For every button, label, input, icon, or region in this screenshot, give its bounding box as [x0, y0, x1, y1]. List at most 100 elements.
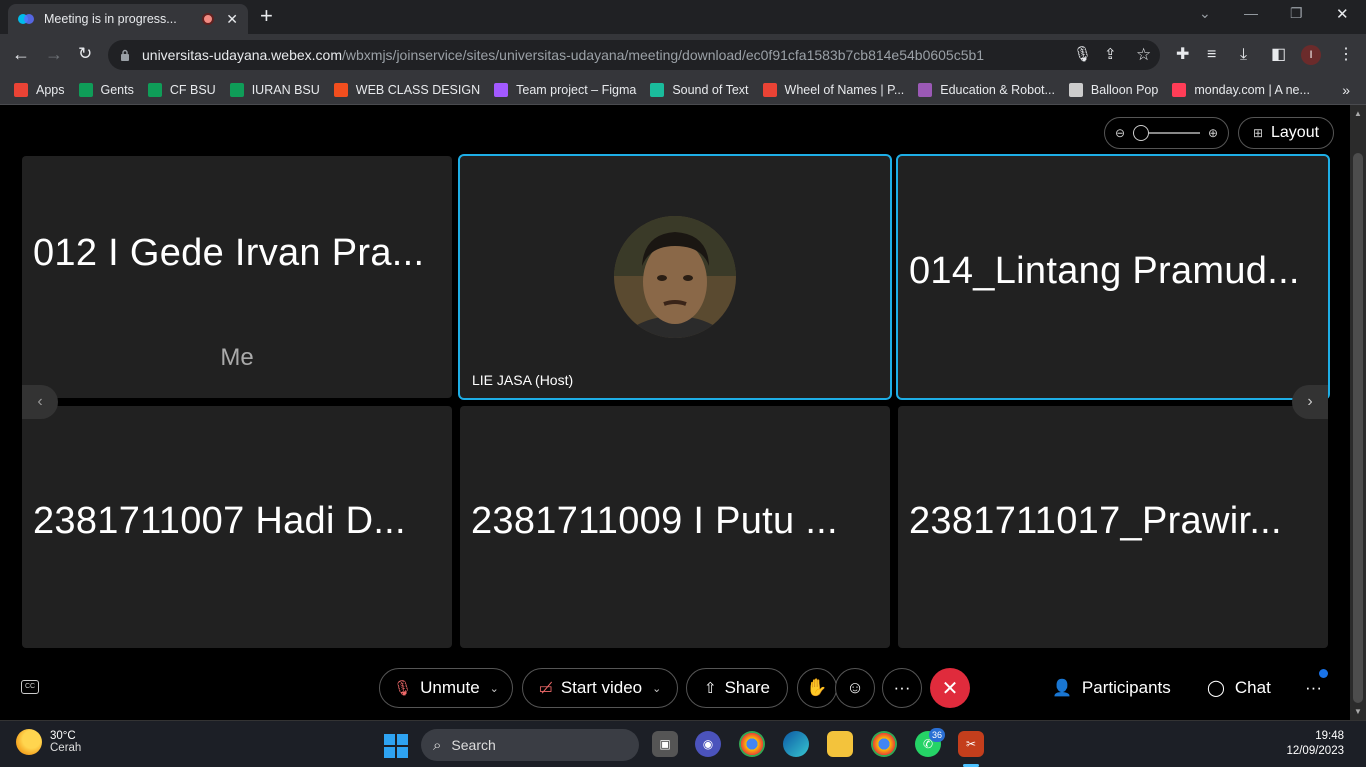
page-scrollbar[interactable]: ▲ ▼: [1350, 105, 1366, 720]
share-button[interactable]: ⇧ Share: [686, 668, 788, 708]
restore-icon[interactable]: ❐: [1290, 5, 1303, 22]
scrollbar-thumb[interactable]: [1353, 153, 1363, 703]
bookmark-item[interactable]: monday.com | A ne...: [1172, 83, 1310, 97]
start-button[interactable]: [383, 733, 409, 759]
zoom-slider[interactable]: [1133, 125, 1200, 141]
clock-time: 19:48: [1315, 730, 1344, 742]
video-tile[interactable]: 2381711017_Prawir...: [898, 406, 1328, 648]
bookmark-item[interactable]: Team project – Figma: [494, 83, 636, 97]
bookmark-favicon-icon: [333, 83, 348, 97]
chrome-icon[interactable]: [739, 731, 765, 757]
bookmark-favicon-icon: [14, 83, 28, 97]
chat-button[interactable]: ◯ Chat: [1207, 678, 1271, 698]
new-tab-icon[interactable]: +: [260, 5, 273, 27]
back-icon[interactable]: ←: [12, 44, 30, 64]
bookmark-item[interactable]: Sound of Text: [650, 83, 749, 97]
previous-page-button[interactable]: ‹: [22, 385, 58, 419]
bookmark-item[interactable]: Balloon Pop: [1068, 83, 1158, 97]
bookmark-star-icon[interactable]: ☆: [1136, 46, 1151, 63]
start-video-label: Start video: [560, 678, 643, 697]
unmute-button[interactable]: 🎙 Unmute ⌄: [379, 668, 513, 708]
host-avatar: [614, 216, 736, 338]
closed-captions-icon[interactable]: CC: [21, 680, 39, 694]
chevron-down-icon[interactable]: ⌄: [652, 682, 661, 695]
start-video-button[interactable]: ▭̸ Start video ⌄: [522, 668, 678, 708]
forward-icon[interactable]: →: [45, 44, 63, 64]
zoom-out-icon[interactable]: ⊖: [1115, 126, 1125, 140]
video-tile[interactable]: 2381711009 I Putu ...: [460, 406, 890, 648]
bookmark-item[interactable]: Gents: [78, 83, 134, 97]
video-tile-self[interactable]: 012 I Gede Irvan Pra... Me: [22, 156, 452, 398]
reactions-button[interactable]: ☺: [835, 668, 875, 708]
side-panel-icon[interactable]: ◧: [1271, 46, 1286, 64]
chrome-profile-icon[interactable]: [871, 731, 897, 757]
media-control-icon[interactable]: ≡: [1207, 46, 1216, 64]
participant-name: 014_Lintang Pramud...: [909, 250, 1300, 292]
bookmark-item[interactable]: CF BSU: [147, 83, 216, 97]
scroll-up-icon[interactable]: ▲: [1354, 109, 1362, 118]
raise-hand-icon: ✋: [806, 678, 828, 697]
more-options-button[interactable]: ···: [882, 668, 922, 708]
reload-icon[interactable]: ↻: [78, 44, 92, 64]
weather-widget[interactable]: 30°C Cerah: [16, 729, 81, 755]
close-icon: ✕: [941, 677, 959, 700]
video-tile-speaker[interactable]: 014_Lintang Pramud...: [896, 154, 1330, 400]
bookmark-item[interactable]: Wheel of Names | P...: [762, 83, 904, 97]
emoji-icon: ☺: [846, 678, 864, 697]
browser-tab[interactable]: Meeting is in progress... ✕: [8, 4, 248, 34]
zoom-slider-knob[interactable]: [1133, 125, 1150, 141]
scroll-down-icon[interactable]: ▼: [1354, 707, 1362, 716]
bookmark-item[interactable]: WEB CLASS DESIGN: [333, 83, 480, 97]
edge-icon[interactable]: [783, 731, 809, 757]
system-clock[interactable]: 19:48 12/09/2023: [1286, 729, 1344, 759]
teams-chat-icon[interactable]: ◉: [695, 731, 721, 757]
address-bar[interactable]: universitas-udayana.webex.com/wbxmjs/joi…: [108, 40, 1160, 70]
minimize-icon[interactable]: —: [1244, 5, 1258, 21]
profile-avatar[interactable]: I: [1301, 45, 1321, 65]
task-view-icon[interactable]: ▣: [652, 731, 678, 757]
microphone-icon[interactable]: 🎙: [1073, 47, 1092, 63]
bookmark-label: Apps: [36, 83, 65, 97]
bookmark-label: Sound of Text: [672, 83, 749, 97]
file-explorer-icon[interactable]: [827, 731, 853, 757]
bookmarks-overflow-icon[interactable]: »: [1342, 82, 1350, 98]
chrome-menu-icon[interactable]: ⋮: [1338, 46, 1354, 64]
bookmark-item[interactable]: Apps: [14, 83, 65, 97]
zoom-in-icon[interactable]: ⊕: [1208, 126, 1218, 140]
raise-hand-button[interactable]: ✋: [797, 668, 837, 708]
window-close-icon[interactable]: ✕: [1336, 5, 1349, 23]
bookmark-item[interactable]: IURAN BSU: [229, 83, 320, 97]
chat-icon: ◯: [1207, 680, 1225, 697]
participant-name: 2381711009 I Putu ...: [471, 500, 838, 542]
clock-date: 12/09/2023: [1286, 745, 1344, 757]
weather-status: Cerah: [50, 742, 82, 754]
more-panels-button[interactable]: ···: [1305, 678, 1322, 698]
share-page-icon[interactable]: ⇪: [1104, 47, 1117, 63]
layout-grid-icon: ⊞: [1252, 126, 1263, 140]
participant-name: 2381711007 Hadi D...: [33, 500, 406, 542]
layout-button[interactable]: ⊞ Layout: [1238, 117, 1334, 149]
video-tile-host[interactable]: LIE JASA (Host): [458, 154, 892, 400]
next-page-button[interactable]: ›: [1292, 385, 1328, 419]
participants-button[interactable]: 👤 Participants: [1052, 678, 1171, 698]
microphone-muted-icon: 🎙: [393, 680, 413, 697]
lock-icon: [121, 49, 129, 61]
bookmark-label: Team project – Figma: [516, 83, 637, 97]
taskbar-search[interactable]: ⌕ Search: [421, 729, 639, 761]
zoom-control[interactable]: ⊖ ⊕: [1104, 117, 1229, 149]
extensions-icon[interactable]: ✚: [1176, 46, 1189, 64]
chevron-down-icon[interactable]: ⌄: [490, 682, 499, 695]
tab-search-icon[interactable]: ⌄: [1199, 5, 1211, 22]
camera-off-icon: ▭̸: [538, 680, 553, 697]
bookmark-favicon-icon: [229, 83, 244, 97]
bookmark-item[interactable]: Education & Robot...: [918, 83, 1055, 97]
participants-label: Participants: [1081, 678, 1171, 697]
video-tile[interactable]: 2381711007 Hadi D...: [22, 406, 452, 648]
leave-meeting-button[interactable]: ✕: [930, 668, 970, 708]
download-icon[interactable]: ⤓: [1240, 46, 1247, 64]
tab-close-icon[interactable]: ✕: [226, 11, 238, 28]
bookmark-favicon-icon: [762, 83, 777, 97]
layout-label: Layout: [1271, 124, 1320, 141]
snipping-tool-icon[interactable]: ✂: [958, 731, 984, 757]
participant-name: 012 I Gede Irvan Pra...: [33, 232, 425, 274]
